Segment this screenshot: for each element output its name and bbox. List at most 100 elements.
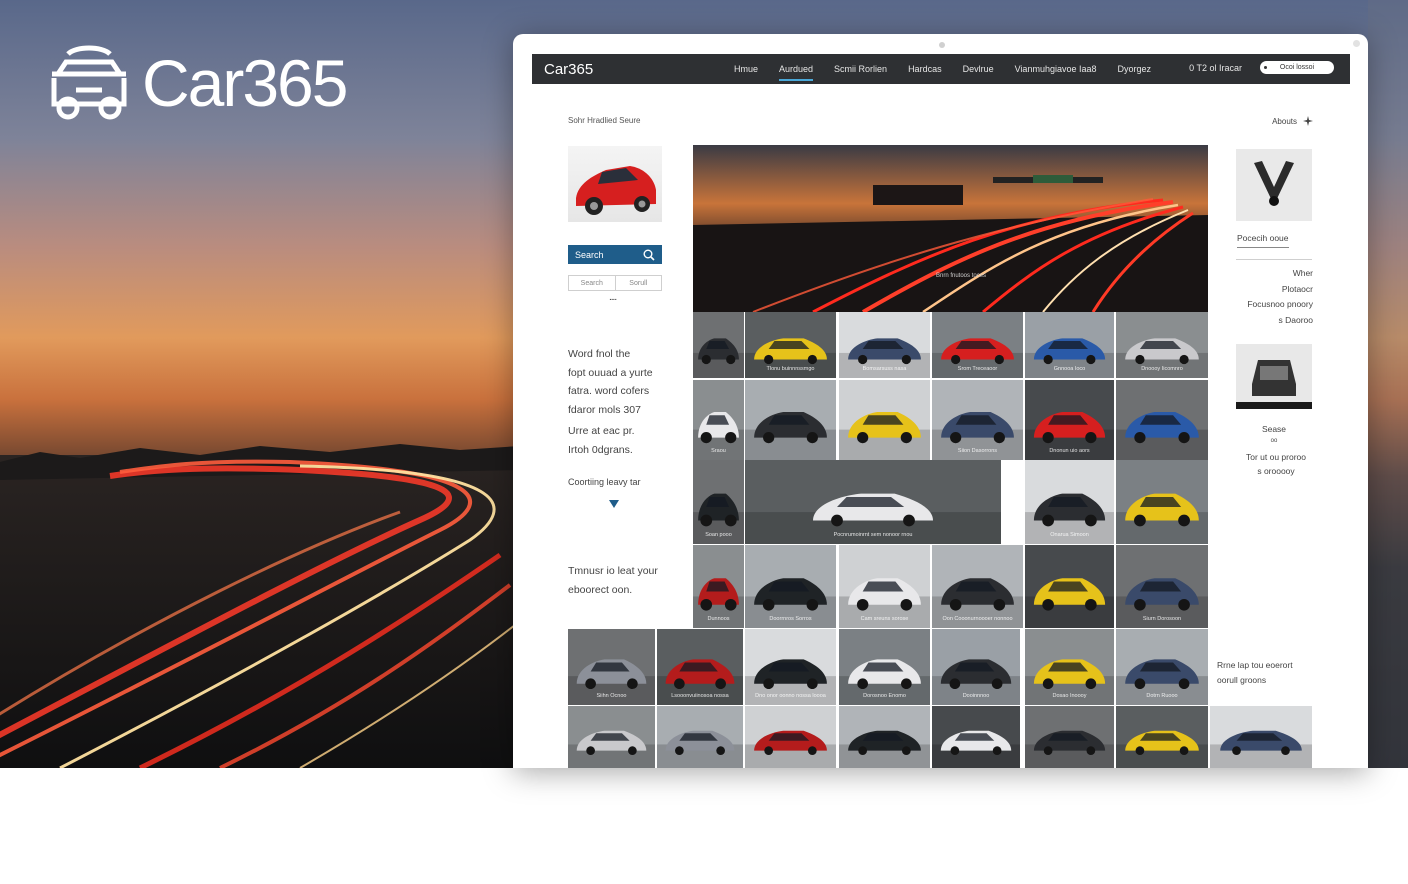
car-tile[interactable]: Doorrnros Sorros (745, 545, 836, 628)
car-tile-caption: Dosao Inoooy (1052, 693, 1087, 699)
car-tile[interactable]: Tlonu buinnnssmgo (745, 312, 836, 378)
nav-item-home[interactable]: Hmue (734, 62, 758, 76)
car-tile-caption: Dno onor oonno nossa loooa (755, 693, 826, 699)
car-photo (1210, 706, 1312, 768)
car-tile[interactable] (1210, 706, 1312, 768)
blurb-line: Irtoh 0dgrans. (568, 443, 633, 456)
blurb-line: fopt ouuad a yurte (568, 366, 653, 379)
car-tile[interactable]: Gnnooa Ioco (1025, 312, 1114, 378)
car-photo (568, 706, 655, 768)
nav-phone[interactable]: 0 T2 ol Iracar (1189, 63, 1242, 73)
tab-search[interactable]: Search (569, 276, 615, 290)
car-tile[interactable] (1116, 460, 1208, 544)
car-photo (657, 706, 743, 768)
car-tile[interactable]: Bomsarsuss nasa (839, 312, 930, 378)
nav-item-6[interactable]: Vianmuhgiavoe Iaa8 (1015, 62, 1097, 76)
browser-window: Car365 Hmue Aurdued Scmii Rorlien Hardca… (513, 34, 1368, 768)
car-tile[interactable]: Oon Cooonurnoooer nonnoo (932, 545, 1023, 628)
car-tile[interactable] (568, 706, 655, 768)
car-tile[interactable]: Dooinnnoo (932, 629, 1020, 705)
featured-car-thumb[interactable] (568, 146, 662, 222)
tab-scroll[interactable]: Sorull (614, 276, 662, 290)
right-text-line: oorull groons (1217, 675, 1267, 685)
car-tile[interactable] (839, 380, 930, 460)
pagination-dots[interactable]: .... (609, 292, 617, 303)
car-tile[interactable] (657, 706, 743, 768)
car-tile[interactable]: Cam sreuns sorose (839, 545, 930, 628)
right-sublabel: oo (1270, 438, 1278, 444)
car-tile-caption: Dnoooy Iicomnro (1141, 366, 1183, 372)
nav-right: 0 T2 ol Iracar Ocoi lossoi (1189, 61, 1334, 74)
car-tile[interactable] (1116, 380, 1208, 460)
car-tile[interactable]: Dnonun uio aors (1025, 380, 1114, 460)
car-tile[interactable] (693, 312, 744, 378)
blurb-line: eboorect oon. (568, 583, 633, 596)
car-tile[interactable] (1116, 706, 1208, 768)
car-tile-caption: Srom Treceaoor (957, 366, 998, 372)
nav-item-5[interactable]: Devlrue (963, 62, 994, 76)
car-tile[interactable]: Dunnoos (693, 545, 744, 628)
car-tile[interactable]: Pocnrumoinrnt sem nonoor rnou (745, 460, 1001, 544)
car-tile[interactable]: Onarua Simoon (1025, 460, 1114, 544)
product-thumb-1[interactable] (1236, 149, 1312, 221)
car-tile-caption: Pocnrumoinrnt sem nonoor rnou (833, 532, 913, 538)
car365-logo: Car365 (46, 44, 348, 122)
search-button-label: Search (575, 249, 604, 260)
car-tile[interactable]: Dnoooy Iicomnro (1116, 312, 1208, 378)
highway-photo (693, 145, 1208, 312)
car-tile[interactable] (932, 706, 1020, 768)
sidebar-blurb-1: Word fnol the fopt ouuad a yurte fatra. … (568, 345, 683, 419)
car-tile-caption: Dnonun uio aors (1049, 448, 1090, 454)
car-tile[interactable]: Siihn Ocnoo (568, 629, 655, 705)
car-tile[interactable]: Siion Dasorrons (932, 380, 1023, 460)
red-car-image (576, 166, 656, 215)
dropdown-triangle-icon[interactable] (609, 500, 619, 508)
car-tile-caption: Gnnooa Ioco (1053, 366, 1086, 372)
car-tile-caption: Siion Dasorrons (957, 448, 998, 454)
car-photo (693, 312, 744, 378)
navbar-logo[interactable]: Car365 (544, 61, 714, 78)
right-text-line: Rrne lap tou eoerort (1217, 660, 1293, 670)
car-tile[interactable]: Dorosnoo Enomo (839, 629, 930, 705)
search-icon (643, 249, 655, 261)
nav-item-4[interactable]: Hardcas (908, 62, 942, 76)
car-photo (839, 380, 930, 460)
nav-pill-button[interactable]: Ocoi lossoi (1260, 61, 1334, 74)
car-tile[interactable]: Siurn Dorosoon (1116, 545, 1208, 628)
nav-item-active[interactable]: Aurdued (779, 62, 814, 81)
about-link[interactable]: Abouts (1272, 116, 1313, 126)
car-tile[interactable]: Dno onor oonno nossa loooa (745, 629, 836, 705)
nav-item-7[interactable]: Dyorgez (1118, 62, 1152, 76)
search-button[interactable]: Search (568, 245, 662, 264)
car-photo (932, 706, 1020, 768)
car-tile-caption: Siihn Ocnoo (596, 693, 627, 699)
car-tile[interactable]: Dotrn Ruooo (1116, 629, 1208, 705)
car-tile[interactable]: Srom Treceaoor (932, 312, 1023, 378)
car-tile-caption: Tlonu buinnnssmgo (766, 366, 815, 372)
nav-item-3[interactable]: Scmii Rorlien (834, 62, 887, 76)
right-text-line: s Daoroo (1278, 314, 1314, 325)
section-title: Sohr Hradlied Seure (568, 116, 641, 125)
right-text-1: Wher Plotaocr Focusnoo pnoory s Daoroo (1213, 266, 1313, 328)
product-link[interactable]: Pocecih ooue (1237, 231, 1289, 248)
car-tile[interactable] (745, 380, 836, 460)
car-tile[interactable]: Sraou (693, 380, 744, 460)
car-tile[interactable] (839, 706, 930, 768)
about-label: Abouts (1272, 116, 1297, 126)
car-tile[interactable] (1025, 706, 1114, 768)
car-tile-caption: Cam sreuns sorose (860, 616, 909, 622)
hero-highway-image[interactable]: Bnrn fnutoos toces (693, 145, 1208, 312)
product-thumb-2[interactable] (1236, 344, 1312, 409)
car-tile[interactable]: Dosao Inoooy (1025, 629, 1114, 705)
car-tile[interactable]: Soan pooo (693, 460, 744, 544)
car-photo (1116, 460, 1208, 544)
car-photo (1116, 706, 1208, 768)
car-tile-caption: Lsooonvuiinosoa nossa (671, 693, 729, 699)
blurb-line: Tmnusr io leat your (568, 565, 658, 577)
car-photo (1025, 706, 1114, 768)
car-tile[interactable] (1025, 545, 1114, 628)
car-tile[interactable] (745, 706, 836, 768)
car-tile-caption: Oon Cooonurnoooer nonnoo (942, 616, 1013, 622)
sidebar-blurb-3: Coortiing leavy tar (568, 477, 641, 487)
car-tile[interactable]: Lsooonvuiinosoa nossa (657, 629, 743, 705)
